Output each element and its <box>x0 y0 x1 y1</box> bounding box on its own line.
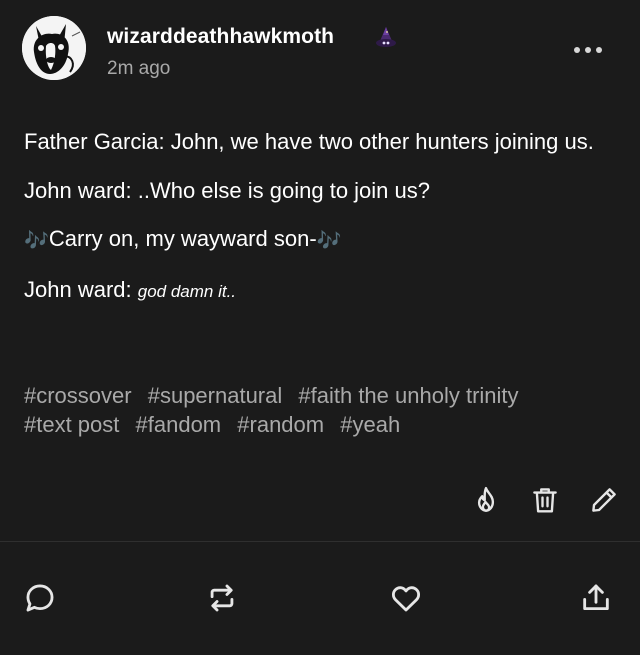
body-italic-segment: god damn it.. <box>137 282 237 301</box>
tag-link[interactable]: #random <box>237 412 324 437</box>
edit-button[interactable] <box>588 484 620 516</box>
reblog-icon <box>210 584 234 612</box>
tag-link[interactable]: #fandom <box>136 412 222 437</box>
tag-link[interactable]: #faith the unholy trinity <box>298 383 518 408</box>
music-notes-icon: 🎶 <box>24 230 49 252</box>
tag-link[interactable]: #supernatural <box>148 383 283 408</box>
more-options-button[interactable] <box>566 36 610 64</box>
more-dot <box>596 47 602 53</box>
delete-icon <box>533 488 557 513</box>
blaze-button[interactable] <box>470 484 502 516</box>
post-timestamp[interactable]: 2m ago <box>107 58 170 80</box>
more-dot <box>585 47 591 53</box>
more-horizontal-icon <box>574 47 580 53</box>
post-card: wizarddeathhawkmoth 2m ago Father Garcia… <box>0 0 640 655</box>
body-line: Father Garcia: John, we have two other h… <box>24 129 594 154</box>
author-username[interactable]: wizarddeathhawkmoth <box>107 25 334 49</box>
like-button[interactable] <box>388 580 424 616</box>
owner-actions <box>0 484 640 518</box>
body-line: 🎶Carry on, my wayward son-🎶 <box>24 223 604 257</box>
post-tags: #crossover #supernatural #faith the unho… <box>24 381 624 439</box>
tag-link[interactable]: #crossover <box>24 383 132 408</box>
divider <box>0 541 640 542</box>
body-line: John ward: ..Who else is going to join u… <box>24 178 431 203</box>
music-notes-icon: 🎶 <box>316 230 342 252</box>
wizard-hat-icon <box>374 26 398 50</box>
reply-button[interactable] <box>22 580 58 616</box>
delete-button[interactable] <box>529 484 561 516</box>
tag-link[interactable]: #text post <box>24 412 119 437</box>
share-icon <box>583 584 609 611</box>
tag-link[interactable]: #yeah <box>340 412 400 437</box>
post-footer-actions <box>0 580 640 620</box>
heart-icon <box>391 586 421 612</box>
body-line: John ward: god damn it.. <box>24 274 604 307</box>
share-button[interactable] <box>578 580 614 616</box>
reply-icon <box>26 584 54 612</box>
body-text-segment: John ward: <box>24 277 138 302</box>
dog-avatar-icon <box>22 16 86 80</box>
edit-icon <box>592 488 616 512</box>
reblog-button[interactable] <box>204 580 240 616</box>
avatar[interactable] <box>22 16 86 80</box>
blaze-icon <box>477 486 495 512</box>
body-text-segment: Carry on, my wayward son- <box>48 226 317 251</box>
post-body: Father Garcia: John, we have two other h… <box>24 126 604 324</box>
